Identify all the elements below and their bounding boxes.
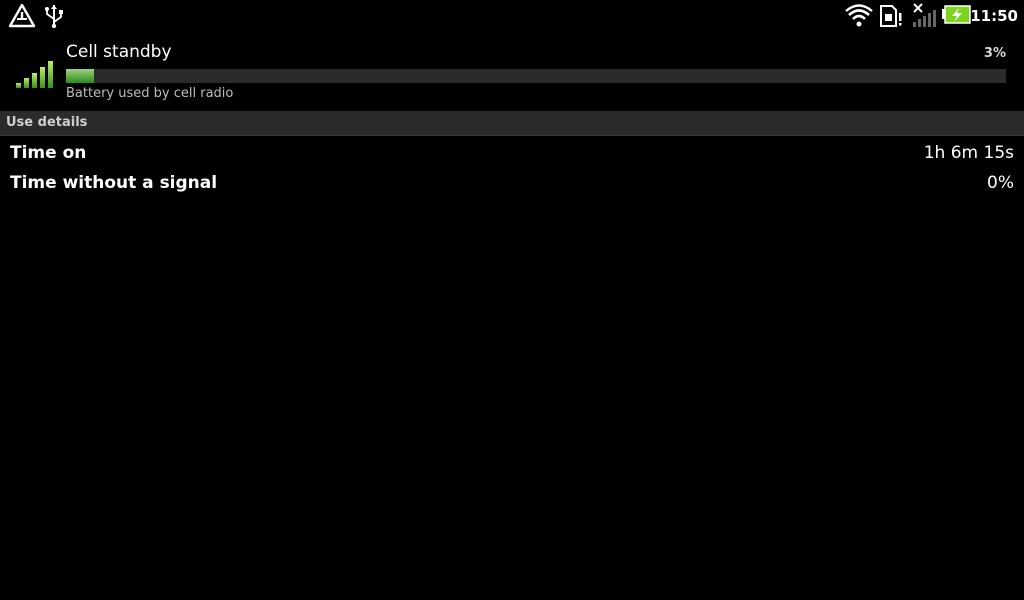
detail-label: Time on	[10, 143, 87, 163]
detail-row-time-without-signal: Time without a signal 0%	[0, 169, 1024, 197]
wifi-icon	[845, 4, 873, 27]
page-subtitle: Battery used by cell radio	[66, 86, 234, 101]
status-bar-clock: 11:50	[970, 7, 1018, 25]
page-title: Cell standby	[66, 42, 172, 62]
detail-label: Time without a signal	[10, 173, 218, 193]
section-header: Use details	[0, 111, 1024, 136]
detail-row-time-on: Time on 1h 6m 15s	[0, 139, 1024, 167]
cell-signal-icon	[16, 61, 53, 88]
detail-value: 0%	[987, 173, 1014, 193]
usage-progress-bar	[66, 69, 1006, 83]
section-title: Use details	[6, 115, 88, 130]
detail-value: 1h 6m 15s	[923, 143, 1014, 163]
battery-charging-icon	[942, 5, 971, 24]
cell-standby-header: Cell standby 3% Battery used by cell rad…	[0, 32, 1024, 110]
sim-card-alert-icon	[880, 5, 902, 27]
usb-icon	[45, 5, 63, 29]
signal-no-service-icon	[913, 3, 936, 27]
usage-progress-fill	[66, 69, 94, 83]
usage-percent: 3%	[983, 46, 1006, 61]
status-bar: 11:50	[0, 0, 1024, 32]
warning-icon	[8, 3, 36, 28]
